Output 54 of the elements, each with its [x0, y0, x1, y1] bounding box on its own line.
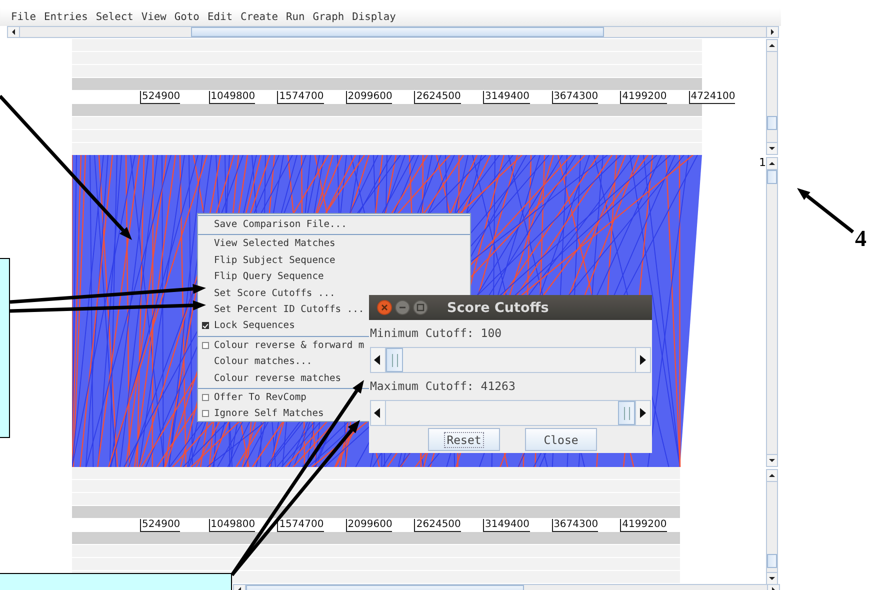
menu-item[interactable]: Display — [352, 8, 396, 26]
menu-item[interactable]: Select — [96, 8, 134, 26]
scroll-up-button[interactable] — [767, 158, 777, 170]
menu-item[interactable]: Edit — [207, 8, 232, 26]
vertical-scrollbar[interactable] — [766, 469, 778, 585]
scroll-thumb[interactable] — [767, 554, 777, 568]
minimize-icon[interactable] — [395, 300, 410, 315]
menu-item[interactable]: Flip Query Sequence — [198, 269, 470, 286]
menu-item[interactable]: View — [141, 8, 166, 26]
slider-thumb[interactable] — [618, 401, 635, 425]
vertical-scrollbar[interactable] — [766, 157, 778, 467]
close-icon[interactable] — [377, 300, 392, 315]
scroll-down-button[interactable] — [767, 142, 777, 154]
increment-button[interactable] — [635, 401, 650, 425]
scroll-thumb[interactable] — [191, 27, 604, 37]
scroll-thumb[interactable] — [767, 170, 777, 184]
dialog-button[interactable]: Close — [525, 428, 597, 451]
menu-item[interactable]: Graph — [312, 8, 344, 26]
menu-item[interactable]: Entries — [44, 8, 88, 26]
menu-item[interactable]: File — [11, 8, 36, 26]
slider-thumb[interactable] — [386, 348, 403, 372]
scroll-right-button[interactable] — [766, 27, 778, 37]
slider-label: Minimum Cutoff: 100 — [369, 325, 503, 342]
maximize-icon[interactable] — [413, 300, 428, 315]
menu-item[interactable]: Save Comparison File... — [198, 217, 470, 234]
scroll-up-button[interactable] — [767, 470, 777, 482]
menu-item[interactable]: Goto — [174, 8, 200, 26]
menu-item[interactable]: Run — [286, 8, 305, 26]
menu-item[interactable]: View Selected Matches — [198, 236, 470, 253]
increment-button[interactable] — [635, 348, 650, 372]
decrement-button[interactable] — [371, 401, 386, 425]
cutoff-slider[interactable] — [370, 400, 651, 426]
callout-number: 4 — [855, 226, 866, 252]
sequence-number: 1 — [759, 156, 766, 170]
menu-item[interactable]: Flip Subject Sequence — [198, 252, 470, 270]
decrement-button[interactable] — [371, 348, 386, 372]
scroll-thumb[interactable] — [767, 116, 777, 130]
slider-label: Maximum Cutoff: 41263 — [369, 378, 516, 395]
vertical-scrollbar[interactable] — [766, 39, 778, 155]
dialog-title: Score Cutoffs — [447, 300, 549, 316]
checkbox[interactable] — [202, 394, 209, 401]
scroll-down-button[interactable] — [767, 454, 777, 466]
horizontal-scrollbar[interactable] — [7, 26, 779, 38]
checkbox[interactable] — [202, 322, 209, 330]
menu-item[interactable]: Create — [240, 8, 278, 26]
cutoff-slider[interactable] — [370, 347, 651, 373]
scroll-down-button[interactable] — [767, 572, 777, 584]
scroll-left-button[interactable] — [8, 27, 20, 37]
annotation-arrow — [797, 188, 854, 234]
dialog-button[interactable]: Reset — [428, 428, 500, 451]
checkbox[interactable] — [202, 410, 209, 418]
scroll-up-button[interactable] — [767, 40, 777, 52]
menu-item[interactable]: Set Score Cutoffs ... — [198, 286, 470, 302]
checkbox[interactable] — [202, 342, 209, 349]
